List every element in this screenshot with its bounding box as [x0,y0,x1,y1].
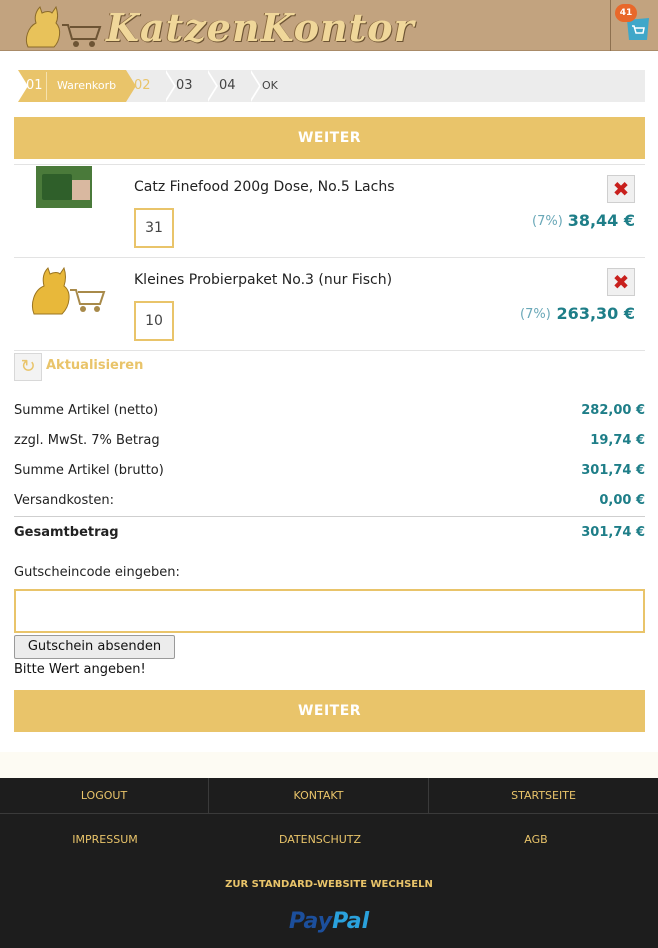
step-chevron [206,70,216,102]
summary-label: Gesamtbetrag [14,525,119,540]
summary-label: Summe Artikel (netto) [14,403,159,418]
summary-label: Versandkosten: [14,493,114,508]
step-divider [46,72,47,100]
summary-value: 0,00 € [599,493,645,508]
paypal-logo-part: Pal [332,909,370,934]
refresh-icon: ↻ [14,353,42,381]
summary-versand: Versandkosten: 0,00 € [14,493,645,515]
step-4: 04 [219,70,236,102]
item-price: 263,30 € [556,304,635,323]
coupon-hint: Bitte Wert angeben! [14,662,146,677]
vat-rate: (7%) [520,307,551,322]
delete-item-button[interactable]: ✖ [607,268,635,296]
coupon-label: Gutscheincode eingeben: [14,565,180,580]
footer-spacer [0,752,658,778]
product-image[interactable] [36,166,92,208]
cart-item: Catz Finefood 200g Dose, No.5 Lachs 31 ✖… [14,164,645,257]
step-2-label: 02 [134,78,151,93]
step-1-number: 01 [26,78,43,93]
product-image[interactable] [26,260,106,320]
cat-with-cart-icon [25,5,102,48]
item-price: 38,44 € [567,211,635,230]
step-3: 03 [176,70,193,102]
summary-value: 282,00 € [581,403,645,418]
product-can-label [42,174,72,200]
step-chevron [249,70,259,102]
summary-value: 301,74 € [581,525,645,540]
quantity-input[interactable]: 31 [134,208,174,248]
summary-value: 301,74 € [581,463,645,478]
vat-rate: (7%) [532,214,563,229]
weiter-button-bottom[interactable]: WEITER [14,690,645,732]
product-name[interactable]: Kleines Probierpaket No.3 (nur Fisch) [134,272,392,288]
footer-link-datenschutz[interactable]: DATENSCHUTZ [210,833,430,846]
coupon-input[interactable] [14,589,645,633]
weiter-button-top[interactable]: WEITER [14,117,645,159]
summary-netto: Summe Artikel (netto) 282,00 € [14,403,645,425]
footer-link-startseite[interactable]: STARTSEITE [429,778,658,813]
footer-link-logout[interactable]: LOGOUT [0,778,208,813]
delete-item-button[interactable]: ✖ [607,175,635,203]
summary-divider [14,516,645,517]
update-label: Aktualisieren [46,358,144,373]
logo-text: KatzenKontor [106,5,415,50]
summary-label: zzgl. MwSt. 7% Betrag [14,433,160,448]
step-4-label: 04 [219,78,236,93]
step-ok: OK [262,70,278,102]
cart-item: Kleines Probierpaket No.3 (nur Fisch) 10… [14,257,645,350]
quantity-input[interactable]: 10 [134,301,174,341]
paypal-logo: PayPal [0,909,658,934]
footer-link-impressum[interactable]: IMPRESSUM [0,833,210,846]
close-icon: ✖ [612,177,630,201]
summary-brutto: Summe Artikel (brutto) 301,74 € [14,463,645,485]
product-can-photo [72,180,90,200]
step-1-label: Warenkorb [57,79,117,92]
product-name[interactable]: Catz Finefood 200g Dose, No.5 Lachs [134,179,395,195]
step-ok-label: OK [262,79,278,92]
step-1[interactable]: 01 Warenkorb [18,70,136,102]
step-2: 02 [134,70,151,102]
footer-link-kontakt[interactable]: KONTAKT [209,778,428,813]
summary-total: Gesamtbetrag 301,74 € [14,525,645,547]
footer-link-agb[interactable]: AGB [430,833,642,846]
step-chevron [18,70,28,102]
switch-to-desktop-link[interactable]: ZUR STANDARD-WEBSITE WECHSELN [0,879,658,890]
cart-button[interactable]: 41 [610,0,658,51]
summary-label: Summe Artikel (brutto) [14,463,164,478]
summary-mwst: zzgl. MwSt. 7% Betrag 19,74 € [14,433,645,455]
close-icon: ✖ [612,270,630,294]
footer-divider [0,813,658,814]
cart-count-badge: 41 [615,4,637,22]
footer: LOGOUT KONTAKT STARTSEITE IMPRESSUM DATE… [0,778,658,948]
summary-value: 19,74 € [590,433,645,448]
header: KatzenKontor 41 [0,0,658,51]
paypal-logo-part: Pay [288,909,333,934]
logo[interactable]: KatzenKontor [22,3,414,50]
step-chevron [164,70,174,102]
coupon-submit-button[interactable]: Gutschein absenden [14,635,175,659]
step-3-label: 03 [176,78,193,93]
divider [14,350,645,351]
checkout-steps: 01 Warenkorb 02 03 04 OK [18,70,645,102]
